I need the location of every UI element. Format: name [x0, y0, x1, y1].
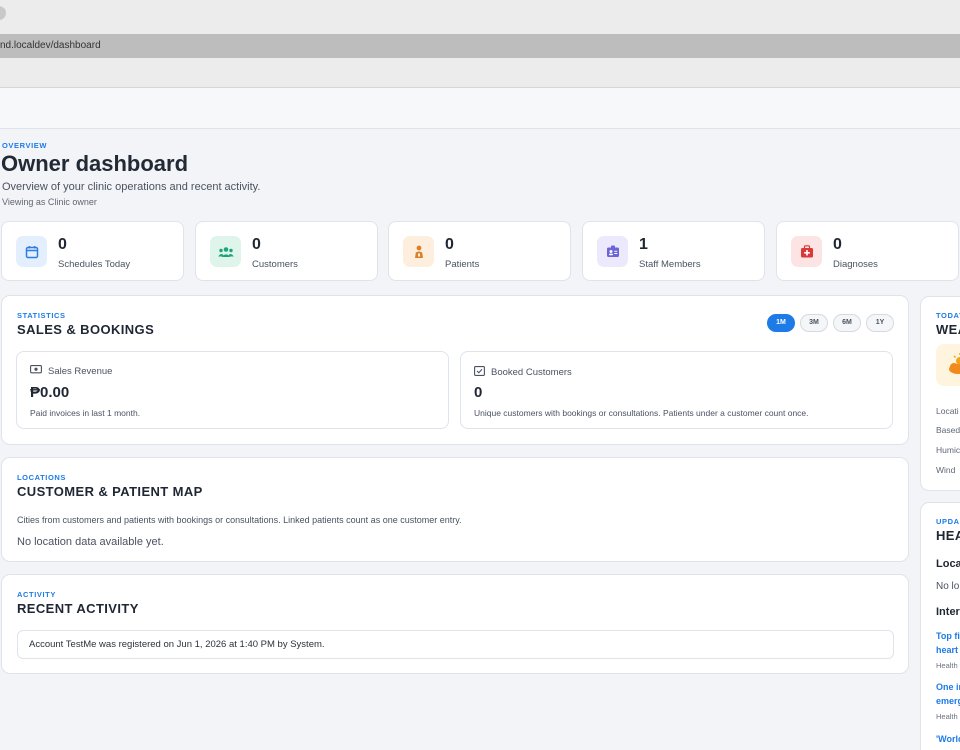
stat-label: Schedules Today — [58, 259, 131, 270]
booked-customers-note: Unique customers with bookings or consul… — [474, 408, 809, 418]
browser-tab-bar — [0, 0, 960, 34]
sales-revenue-card: Sales Revenue ₱0.00 Paid invoices in las… — [16, 351, 449, 429]
stat-value: 0 — [252, 236, 261, 253]
stat-value: 0 — [833, 236, 842, 253]
page-title: Owner dashboard — [1, 151, 189, 176]
booked-customers-card: Booked Customers 0 Unique customers with… — [460, 351, 893, 429]
international-news-heading: Inter — [936, 606, 960, 618]
news-title-line: Top fi — [936, 631, 960, 641]
sales-revenue-label: Sales Revenue — [48, 365, 113, 377]
stat-card-diagnoses[interactable]: 0 Diagnoses — [776, 221, 959, 281]
sales-revenue-heading: Sales Revenue — [30, 365, 112, 377]
map-empty-state: No location data available yet. — [17, 536, 164, 548]
stat-card-customers[interactable]: 0 Customers — [195, 221, 378, 281]
medical-kit-icon — [791, 236, 822, 267]
calendar-icon — [16, 236, 47, 267]
panel-title: WEA — [936, 322, 960, 337]
local-news-heading: Loca — [936, 558, 960, 570]
stat-card-patients[interactable]: 0 Patients — [388, 221, 571, 281]
news-link[interactable]: 'Worlc — [936, 732, 960, 746]
local-news-empty: No lo — [936, 581, 960, 592]
panel-title: HEA — [936, 528, 960, 543]
weather-based-label: Based — [936, 425, 960, 435]
news-title-line: 'Worlc — [936, 734, 960, 744]
panel-overline: STATISTICS — [17, 311, 66, 320]
id-badge-icon — [597, 236, 628, 267]
page-subtitle: Overview of your clinic operations and r… — [2, 181, 261, 193]
stat-value: 0 — [445, 236, 454, 253]
booked-customers-label: Booked Customers — [491, 366, 572, 378]
panel-overline: TODAY — [936, 311, 960, 320]
customer-patient-map-panel: LOCATIONS CUSTOMER & PATIENT MAP Cities … — [1, 457, 909, 562]
browser-control-dot[interactable] — [0, 6, 6, 20]
viewing-role: Viewing as Clinic owner — [2, 197, 97, 207]
stat-label: Customers — [252, 259, 298, 270]
users-icon — [210, 236, 241, 267]
news-source: Health — [936, 661, 958, 670]
news-source: Health — [936, 712, 958, 721]
calendar-check-icon — [474, 365, 485, 379]
stat-value: 1 — [639, 236, 648, 253]
sales-revenue-value: ₱0.00 — [30, 384, 70, 401]
map-description: Cities from customers and patients with … — [17, 515, 462, 525]
weather-humidity-label: Humic — [936, 445, 960, 455]
stat-value: 0 — [58, 236, 67, 253]
page-overline: OVERVIEW — [2, 141, 48, 150]
range-button-1m[interactable]: 1M — [767, 314, 795, 332]
panel-overline: ACTIVITY — [17, 590, 56, 599]
activity-item: Account TestMe was registered on Jun 1, … — [17, 630, 894, 659]
panel-overline: LOCATIONS — [17, 473, 67, 482]
news-title-line: emerg — [936, 696, 960, 706]
recent-activity-panel: ACTIVITY RECENT ACTIVITY Account TestMe … — [1, 574, 909, 674]
news-link[interactable]: Top fi heart — [936, 629, 960, 657]
news-title-line: heart — [936, 645, 959, 655]
app-header — [0, 88, 960, 129]
cash-icon — [30, 365, 42, 377]
panel-title: CUSTOMER & PATIENT MAP — [17, 484, 203, 499]
weather-panel: TODAY WEA Locati Based Humic Wind — [920, 296, 960, 491]
panel-overline: UPDA — [936, 517, 960, 526]
range-button-3m[interactable]: 3M — [800, 314, 828, 332]
patient-icon — [403, 236, 434, 267]
panel-title: SALES & BOOKINGS — [17, 322, 155, 337]
booked-customers-value: 0 — [474, 384, 483, 401]
sales-revenue-note: Paid invoices in last 1 month. — [30, 408, 141, 418]
health-updates-panel: UPDA HEA Loca No lo Inter Top fi heart H… — [920, 502, 960, 750]
address-bar-url: nd.localdev/dashboard — [0, 40, 101, 51]
address-bar[interactable]: nd.localdev/dashboard — [0, 34, 960, 58]
stat-card-schedules[interactable]: 0 Schedules Today — [1, 221, 184, 281]
weather-location-label: Locati — [936, 406, 959, 416]
range-button-1y[interactable]: 1Y — [866, 314, 894, 332]
booked-customers-heading: Booked Customers — [474, 365, 572, 379]
news-link[interactable]: One ir emerg — [936, 680, 960, 708]
stat-label: Patients — [445, 259, 480, 270]
range-button-6m[interactable]: 6M — [833, 314, 861, 332]
weather-wind-label: Wind — [936, 465, 956, 475]
partly-cloudy-icon — [936, 344, 960, 386]
stat-label: Staff Members — [639, 259, 701, 270]
news-title-line: One ir — [936, 682, 960, 692]
stat-card-staff[interactable]: 1 Staff Members — [582, 221, 765, 281]
panel-title: RECENT ACTIVITY — [17, 601, 139, 616]
browser-toolbar — [0, 58, 960, 88]
stat-label: Diagnoses — [833, 259, 878, 270]
